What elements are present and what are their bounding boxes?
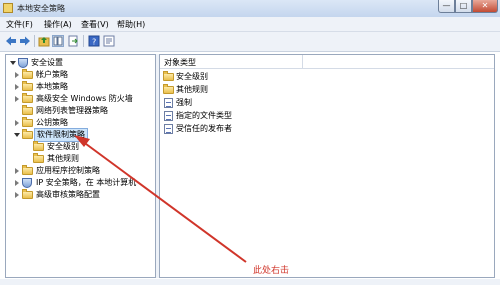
list-item-enforcement[interactable]: 强制 (160, 97, 360, 109)
folder-icon (163, 84, 174, 94)
column-divider[interactable] (302, 55, 303, 68)
title-bar: 本地安全策略 — □ ✕ (0, 0, 500, 17)
minimize-button[interactable]: — (438, 0, 455, 13)
tree-item-label: 公钥策略 (36, 118, 68, 127)
folder-icon (22, 105, 33, 115)
tree-item-label: IP 安全策略，在 本地计算机 (36, 178, 137, 187)
tree-item-account-policies[interactable]: 帐户策略 (6, 69, 155, 81)
policy-doc-icon (164, 98, 173, 108)
maximize-button[interactable]: □ (455, 0, 472, 13)
tree-item-advanced-audit-policy[interactable]: 高级审核策略配置 (6, 189, 155, 201)
tree-item-label: 应用程序控制策略 (36, 166, 100, 175)
expand-arrow-icon[interactable] (15, 168, 19, 174)
menu-view[interactable]: 查看(V) (81, 19, 109, 30)
tree-item-label: 高级安全 Windows 防火墙 (36, 94, 133, 103)
up-folder-icon[interactable] (38, 35, 50, 47)
app-icon (3, 3, 13, 13)
tree-item-label: 安全级别 (47, 142, 79, 151)
menu-help[interactable]: 帮助(H) (117, 19, 145, 30)
tree-item-network-list-manager[interactable]: 网络列表管理器策略 (6, 105, 155, 117)
status-strip (0, 279, 500, 285)
expand-arrow-icon[interactable] (15, 120, 19, 126)
list-item-label: 其他规则 (176, 85, 208, 94)
mmc-window: 本地安全策略 — □ ✕ 文件(F) 操作(A) 查看(V) 帮助(H) ? 安… (0, 0, 500, 285)
policy-doc-icon (164, 124, 173, 134)
list-item-additional-rules[interactable]: 其他规则 (160, 84, 360, 96)
policy-doc-icon (164, 111, 173, 121)
tree-item-label: 安全设置 (31, 58, 63, 67)
tree-item-security-settings[interactable]: 安全设置 (6, 57, 155, 69)
tree-item-label: 本地策略 (36, 82, 68, 91)
help-icon[interactable]: ? (88, 35, 100, 47)
expand-arrow-icon[interactable] (15, 84, 19, 90)
tree-item-app-control-policies[interactable]: 应用程序控制策略 (6, 165, 155, 177)
expand-arrow-icon[interactable] (15, 192, 19, 198)
export-list-icon[interactable] (67, 35, 79, 47)
tree-item-label: 其他规则 (47, 154, 79, 163)
toolbar: ? (0, 32, 500, 52)
folder-icon (22, 129, 33, 139)
folder-icon (22, 165, 33, 175)
tree-item-label-selected: 软件限制策略 (34, 128, 88, 142)
tree-item-windows-firewall[interactable]: 高级安全 Windows 防火墙 (6, 93, 155, 105)
folder-icon (33, 141, 44, 151)
folder-icon (163, 71, 174, 81)
toolbar-separator (83, 35, 84, 47)
show-hide-tree-icon[interactable] (52, 35, 64, 47)
menu-file[interactable]: 文件(F) (6, 19, 33, 30)
menu-bar: 文件(F) 操作(A) 查看(V) 帮助(H) (0, 17, 500, 32)
expand-arrow-icon[interactable] (15, 180, 19, 186)
tree-item-software-restriction-policies[interactable]: 软件限制策略 (6, 128, 155, 142)
list-header: 对象类型 (160, 55, 494, 69)
list-item-label: 强制 (176, 98, 192, 107)
collapse-arrow-icon[interactable] (14, 133, 20, 137)
folder-icon (22, 117, 33, 127)
window-title: 本地安全策略 (17, 4, 65, 13)
folder-icon (22, 81, 33, 91)
list-item-designated-file-types[interactable]: 指定的文件类型 (160, 110, 360, 122)
tree-item-label: 高级审核策略配置 (36, 190, 100, 199)
expand-arrow-icon[interactable] (15, 96, 19, 102)
folder-icon (22, 69, 33, 79)
list-item-trusted-publishers[interactable]: 受信任的发布者 (160, 123, 360, 135)
folder-icon (22, 93, 33, 103)
forward-icon[interactable] (19, 35, 31, 47)
tree-item-ip-security-policies[interactable]: IP 安全策略，在 本地计算机 (6, 177, 155, 189)
tree-item-label: 网络列表管理器策略 (36, 106, 108, 115)
network-policy-icon (22, 178, 32, 188)
list-item-label: 受信任的发布者 (176, 124, 232, 133)
column-header-object-type[interactable]: 对象类型 (164, 57, 196, 68)
properties-icon[interactable] (103, 35, 115, 47)
folder-icon (33, 153, 44, 163)
list-item-security-levels[interactable]: 安全级别 (160, 71, 360, 83)
annotation-text: 此处右击 (253, 266, 290, 276)
back-icon[interactable] (5, 35, 17, 47)
close-button[interactable]: ✕ (472, 0, 498, 13)
tree-item-label: 帐户策略 (36, 70, 68, 79)
folder-icon (22, 189, 33, 199)
menu-action[interactable]: 操作(A) (44, 19, 72, 30)
svg-text:?: ? (92, 38, 96, 47)
list-item-label: 安全级别 (176, 72, 208, 81)
tree-item-security-levels[interactable]: 安全级别 (6, 141, 155, 153)
toolbar-separator (34, 35, 35, 47)
tree-item-public-key-policies[interactable]: 公钥策略 (6, 117, 155, 129)
collapse-arrow-icon[interactable] (10, 61, 16, 65)
expand-arrow-icon[interactable] (15, 72, 19, 78)
shield-icon (18, 58, 28, 68)
tree-item-additional-rules[interactable]: 其他规则 (6, 153, 155, 165)
tree-pane[interactable]: 安全设置 帐户策略 本地策略 高级安全 Windows 防火墙 网络列表管理器策… (5, 54, 156, 278)
details-pane[interactable]: 对象类型 安全级别 其他规则 强制 指定的文件类型 受信任的发布者 (159, 54, 495, 278)
list-item-label: 指定的文件类型 (176, 111, 232, 120)
tree-item-local-policies[interactable]: 本地策略 (6, 81, 155, 93)
